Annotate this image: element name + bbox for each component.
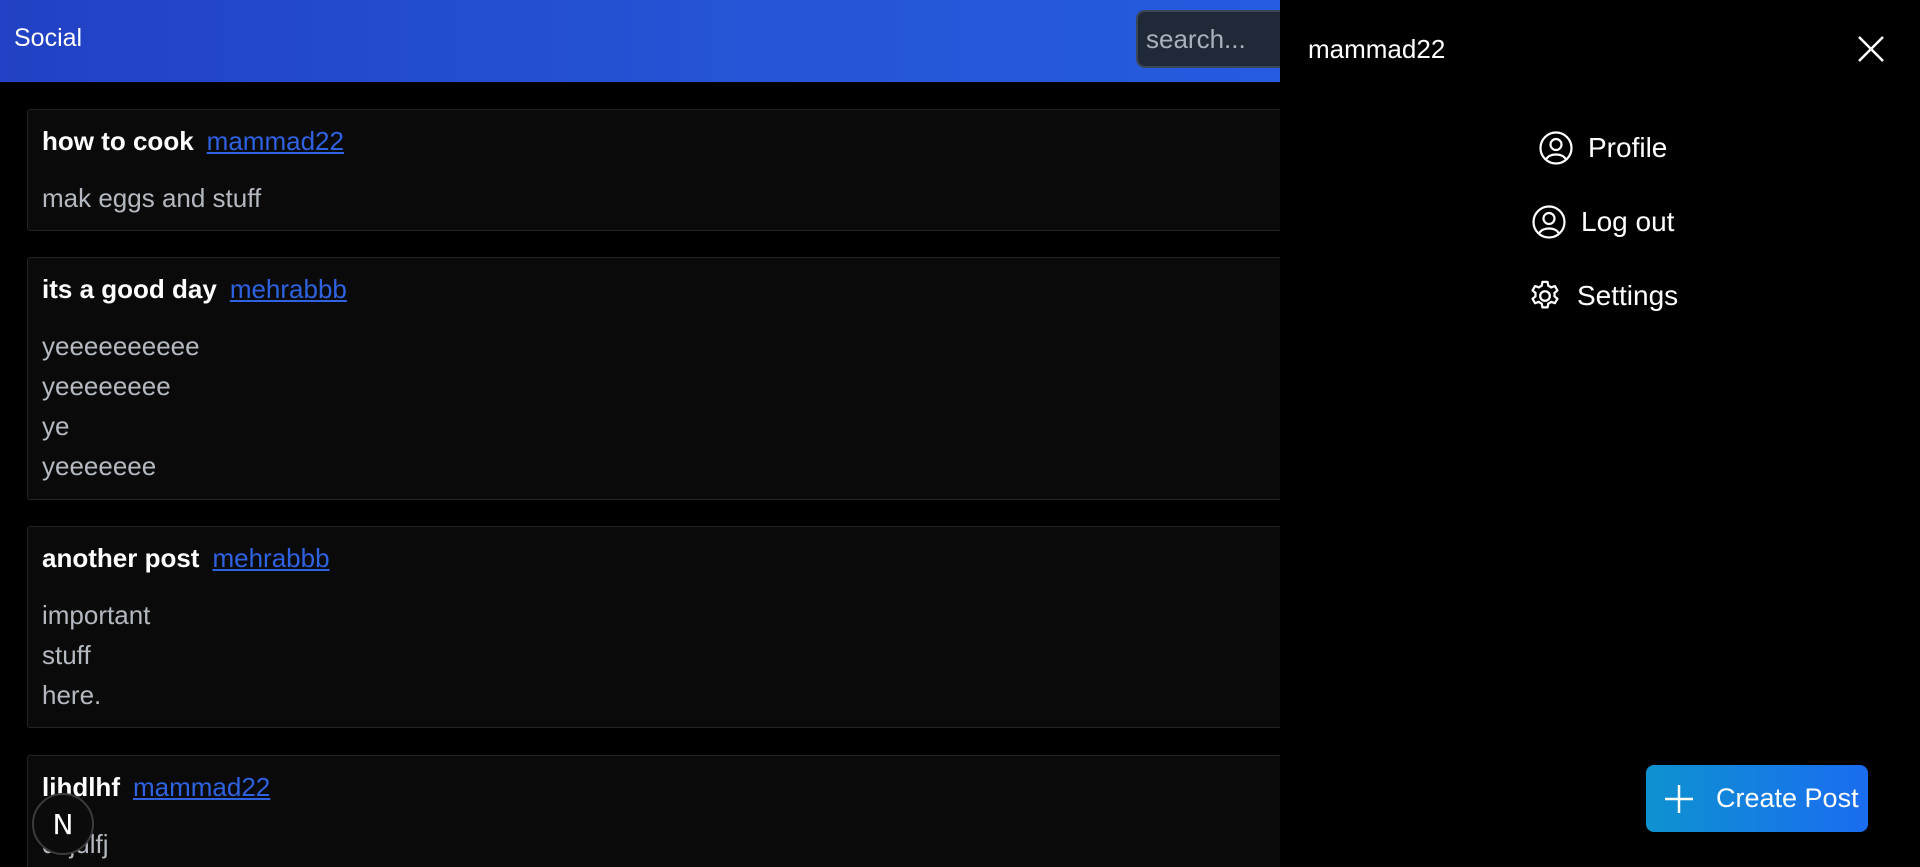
brand-title[interactable]: Social xyxy=(14,24,82,53)
post-body: yeeeeeeeeee yeeeeeeee ye yeeeeeee xyxy=(42,326,200,486)
post-author-link[interactable]: mammad22 xyxy=(207,126,344,157)
drawer-username: mammad22 xyxy=(1308,34,1446,64)
post-card: lihdlhf mammad22 dlfjdlfj xyxy=(27,755,1280,867)
menu-item-logout[interactable]: Log out xyxy=(1531,204,1674,240)
post-body-line: yeeeeeeeeee xyxy=(42,331,200,361)
post-body-line: stuff xyxy=(42,640,91,670)
post-title: its a good day xyxy=(42,274,217,304)
plus-icon xyxy=(1665,784,1693,813)
menu-item-label: Settings xyxy=(1577,280,1679,311)
post-card: another post mehrabbb important stuff he… xyxy=(27,526,1280,728)
user-circle-icon xyxy=(1532,205,1566,239)
side-drawer: mammad22 Profile Log out Settings Create… xyxy=(1280,0,1920,867)
post-body-line: yeeeeeee xyxy=(42,451,157,481)
menu-item-label: Profile xyxy=(1588,132,1668,163)
post-body: important stuff here. xyxy=(42,595,150,715)
close-button[interactable] xyxy=(1856,34,1886,64)
post-body: mak eggs and stuff xyxy=(42,178,261,218)
post-author-link[interactable]: mehrabbb xyxy=(230,274,347,305)
post-title: how to cook xyxy=(42,126,194,156)
post-body-line: yeeeeeeee xyxy=(42,371,171,401)
post-feed: how to cook mammad22 mak eggs and stuff … xyxy=(0,82,1280,867)
post-card: its a good day mehrabbb yeeeeeeeeee yeee… xyxy=(27,257,1280,500)
gear-icon xyxy=(1531,280,1559,309)
create-post-button[interactable]: Create Post xyxy=(1646,765,1868,832)
post-body-line: ye xyxy=(42,411,70,441)
menu-item-label: Log out xyxy=(1581,206,1675,237)
menu-item-settings[interactable]: Settings xyxy=(1527,278,1678,314)
close-icon xyxy=(1858,36,1884,62)
post-author-link[interactable]: mammad22 xyxy=(133,772,270,803)
menu-item-profile[interactable]: Profile xyxy=(1538,130,1667,166)
user-circle-icon xyxy=(1539,131,1573,165)
post-body-line: here. xyxy=(42,680,102,710)
dev-tools-badge[interactable]: N xyxy=(32,793,94,855)
post-body-line: mak eggs and stuff xyxy=(42,183,262,213)
post-author-link[interactable]: mehrabbb xyxy=(212,543,329,574)
post-body-line: important xyxy=(42,600,151,630)
create-post-label: Create Post xyxy=(1716,783,1859,813)
post-card: how to cook mammad22 mak eggs and stuff xyxy=(27,109,1280,231)
post-title: another post xyxy=(42,543,200,573)
